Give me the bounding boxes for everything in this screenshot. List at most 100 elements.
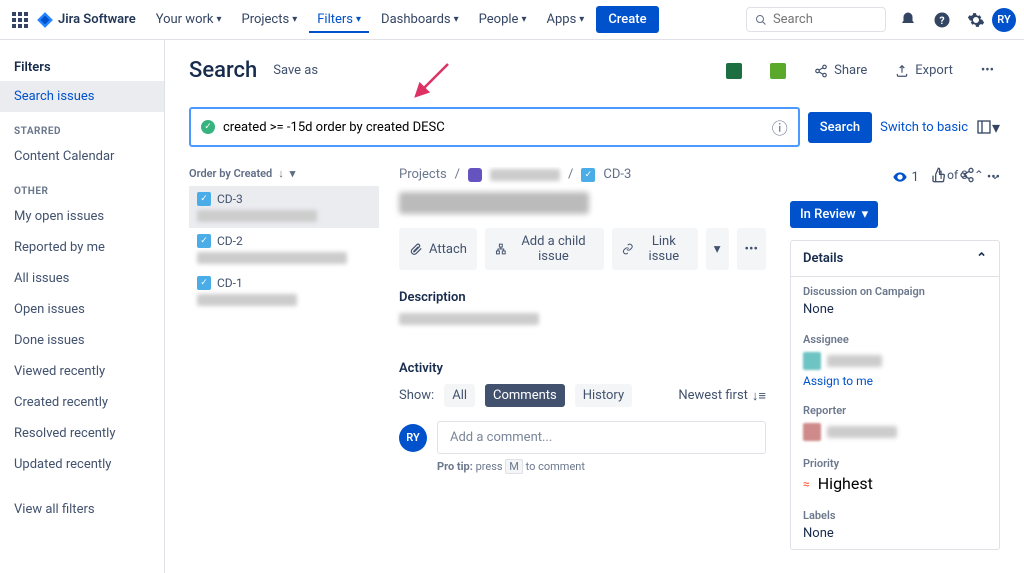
global-search[interactable] — [746, 7, 886, 32]
chevron-down-icon: ▾ — [521, 14, 526, 25]
sidebar-item-open[interactable]: Open issues — [0, 294, 164, 325]
breadcrumb-projects[interactable]: Projects — [399, 167, 447, 182]
columns-icon[interactable]: ▾ — [976, 118, 1000, 137]
field-discussion-label: Discussion on Campaign — [803, 285, 987, 298]
breadcrumb-key[interactable]: CD-3 — [603, 167, 631, 182]
field-priority-label: Priority — [803, 457, 987, 470]
result-item-cd2[interactable]: ✓CD-2 — [189, 228, 379, 270]
result-item-cd1[interactable]: ✓CD-1 — [189, 270, 379, 312]
page-next[interactable]: ⌄ — [990, 168, 1000, 182]
task-icon: ✓ — [197, 192, 211, 206]
nav-people[interactable]: People▾ — [471, 6, 535, 33]
tab-comments[interactable]: Comments — [485, 384, 565, 407]
task-icon: ✓ — [197, 276, 211, 290]
more-actions-button[interactable]: ••• — [737, 228, 767, 270]
nav-your-work[interactable]: Your work▾ — [148, 6, 230, 33]
add-child-button[interactable]: Add a child issue — [485, 228, 604, 270]
attach-icon — [409, 242, 423, 256]
annotation-arrow — [410, 62, 450, 102]
app-switcher-icon[interactable] — [8, 8, 32, 32]
share-button[interactable]: Share — [808, 59, 873, 82]
share-icon — [814, 64, 828, 78]
sidebar-item-created[interactable]: Created recently — [0, 387, 164, 418]
sidebar-item-updated[interactable]: Updated recently — [0, 449, 164, 480]
link-icon — [622, 242, 634, 256]
export-button[interactable]: Export — [889, 59, 959, 82]
tab-all[interactable]: All — [444, 384, 475, 407]
sidebar-starred-heading: STARRED — [0, 112, 164, 141]
jql-input-wrap[interactable]: ✓ ⓘ — [189, 107, 800, 147]
valid-check-icon: ✓ — [201, 120, 215, 134]
nav-projects[interactable]: Projects▾ — [234, 6, 306, 33]
logo-text: Jira Software — [58, 12, 136, 27]
project-icon — [468, 168, 482, 182]
user-avatar[interactable]: RY — [992, 8, 1016, 32]
eye-icon — [892, 169, 908, 185]
save-as-button[interactable]: Save as — [273, 63, 318, 78]
chevron-down-icon: ▾ — [454, 14, 459, 25]
excel-export-icon[interactable] — [720, 59, 748, 83]
sort-newest-first[interactable]: Newest first↓≡ — [678, 388, 766, 404]
field-labels-value: None — [803, 526, 987, 541]
jql-input[interactable] — [223, 120, 764, 135]
notifications-icon[interactable] — [896, 8, 920, 32]
sidebar-item-resolved[interactable]: Resolved recently — [0, 418, 164, 449]
chevron-down-icon: ▾ — [290, 167, 296, 180]
protip-text: Pro tip: press M to comment — [437, 460, 766, 473]
switch-to-basic[interactable]: Switch to basic — [880, 120, 968, 135]
sort-icon: ↓≡ — [752, 388, 766, 404]
chevron-down-icon: ▾ — [292, 14, 297, 25]
page-prev[interactable]: ⌃ — [974, 168, 984, 182]
issue-title — [399, 192, 589, 214]
nav-apps[interactable]: Apps▾ — [538, 6, 592, 33]
field-reporter-value[interactable] — [803, 423, 987, 441]
jql-help-icon[interactable]: ⓘ — [772, 115, 788, 139]
details-header[interactable]: Details⌃ — [791, 241, 999, 277]
global-search-input[interactable] — [773, 12, 877, 27]
field-labels-label: Labels — [803, 509, 987, 522]
sidebar-view-all[interactable]: View all filters — [0, 494, 164, 525]
task-icon: ✓ — [581, 168, 595, 182]
nav-filters[interactable]: Filters▾ — [309, 6, 369, 33]
field-priority-value[interactable]: ≈Highest — [803, 474, 987, 493]
description-heading: Description — [399, 290, 766, 305]
result-item-cd3[interactable]: ✓CD-3 — [189, 186, 379, 228]
comment-input[interactable]: Add a comment... — [437, 421, 766, 454]
jira-logo[interactable]: Jira Software — [36, 11, 136, 29]
nav-dashboards[interactable]: Dashboards▾ — [373, 6, 467, 33]
sidebar-search-issues[interactable]: Search issues — [0, 81, 164, 112]
help-icon[interactable]: ? — [930, 8, 954, 32]
watch-button[interactable]: 1 — [892, 169, 919, 185]
sidebar-item-content-calendar[interactable]: Content Calendar — [0, 141, 164, 172]
settings-icon[interactable] — [964, 8, 988, 32]
sidebar-title: Filters — [0, 54, 164, 81]
task-icon: ✓ — [197, 234, 211, 248]
field-discussion-value: None — [803, 302, 987, 317]
comment-avatar: RY — [399, 424, 427, 452]
order-by-control[interactable]: Order by Created↓▾ — [189, 167, 379, 186]
sidebar-item-reported[interactable]: Reported by me — [0, 232, 164, 263]
svg-text:?: ? — [939, 13, 944, 26]
link-dropdown[interactable]: ▾ — [706, 228, 729, 270]
sheets-export-icon[interactable] — [764, 59, 792, 83]
create-button[interactable]: Create — [596, 6, 658, 33]
arrow-down-icon: ↓ — [278, 167, 284, 180]
more-button[interactable]: ••• — [975, 59, 1000, 82]
search-button[interactable]: Search — [808, 112, 872, 143]
breadcrumb: Projects / / ✓ CD-3 — [399, 167, 766, 182]
chevron-down-icon: ▾ — [862, 207, 869, 222]
sidebar-item-all[interactable]: All issues — [0, 263, 164, 294]
tab-history[interactable]: History — [575, 384, 632, 407]
sidebar-item-viewed[interactable]: Viewed recently — [0, 356, 164, 387]
field-assignee-value[interactable] — [803, 352, 987, 370]
sidebar-item-my-open[interactable]: My open issues — [0, 201, 164, 232]
sidebar-item-done[interactable]: Done issues — [0, 325, 164, 356]
link-issue-button[interactable]: Link issue — [612, 228, 697, 270]
attach-button[interactable]: Attach — [399, 228, 477, 270]
status-button[interactable]: In Review▾ — [790, 201, 878, 228]
priority-highest-icon: ≈ — [803, 477, 810, 491]
assign-to-me[interactable]: Assign to me — [803, 374, 987, 388]
chevron-up-icon: ⌃ — [976, 251, 987, 266]
export-icon — [895, 64, 909, 78]
field-assignee-label: Assignee — [803, 333, 987, 346]
